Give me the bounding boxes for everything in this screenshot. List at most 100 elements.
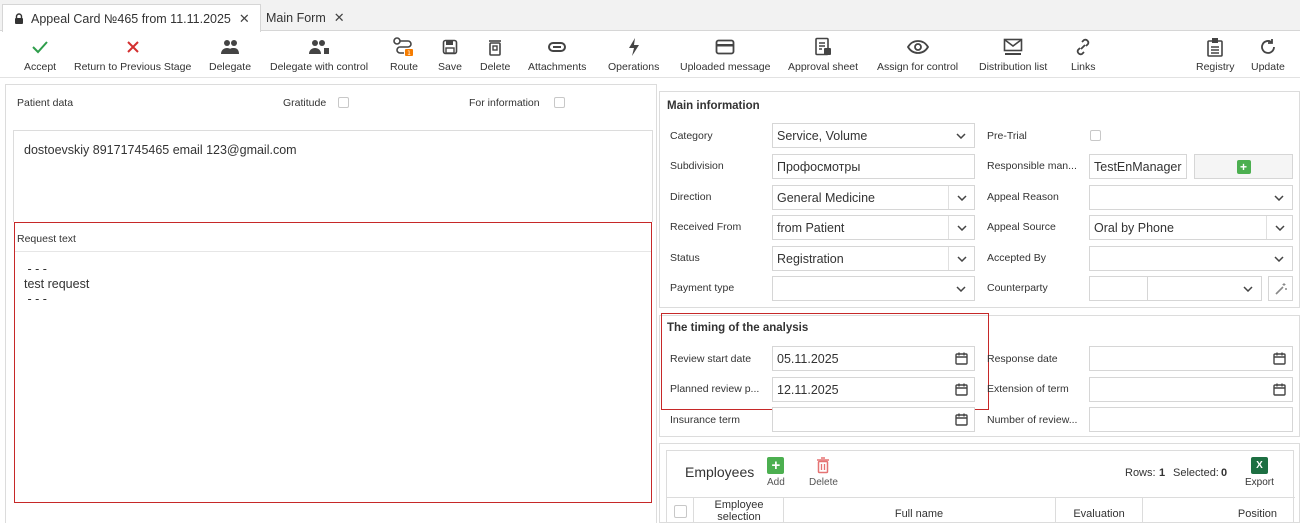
request-text-field[interactable]: - - - test request - - - [15,252,651,317]
tab-appeal-card[interactable]: Appeal Card №465 from 11.11.2025 ✕ [2,4,261,32]
appeal-reason-select[interactable] [1089,185,1293,210]
responsible-manager-value: TestEnManager [1094,159,1182,174]
accepted-by-select[interactable] [1089,246,1293,271]
return-button[interactable]: Return to Previous Stage [74,36,191,73]
route-label: Route [390,61,419,73]
insurance-term-label: Insurance term [670,414,741,426]
payment-type-select[interactable] [772,276,975,301]
export-label: Export [1245,477,1274,488]
delegate-label: Delegate [209,61,252,73]
chevron-down-icon[interactable] [948,124,974,147]
approval-sheet-button[interactable]: Approval sheet [788,36,858,73]
left-panel: Patient data Gratitude For information d… [5,84,657,523]
chevron-down-icon[interactable] [1266,216,1292,239]
update-button[interactable]: Update [1251,36,1285,73]
insurance-term-field[interactable] [772,407,975,432]
col-employee-selection[interactable]: Employee selection [695,499,783,523]
chevron-down-icon[interactable] [948,216,974,239]
chevron-down-icon[interactable] [1235,277,1261,300]
chevron-down-icon[interactable] [948,247,974,270]
chevron-down-icon[interactable] [948,186,974,209]
main-information-title: Main information [667,100,760,112]
save-button[interactable]: Save [438,36,462,73]
direction-select[interactable]: General Medicine [772,185,975,210]
add-label: Add [767,477,785,488]
links-button[interactable]: Links [1071,36,1096,73]
add-responsible-button[interactable]: + [1194,154,1293,179]
received-from-select[interactable]: from Patient [772,215,975,240]
delegate-button[interactable]: Delegate [209,36,251,73]
number-of-reviews-label: Number of review... [987,414,1078,426]
responsible-manager-field[interactable]: TestEnManager [1089,154,1187,179]
accept-button[interactable]: Accept [24,36,56,73]
chevron-down-icon[interactable] [1266,247,1292,270]
tab-main-form[interactable]: Main Form ✕ [256,4,355,31]
subdivision-field[interactable]: Профосмотры [772,154,975,179]
calendar-icon[interactable] [955,352,968,365]
calendar-icon[interactable] [955,413,968,426]
uploaded-message-button[interactable]: Uploaded message [680,36,770,73]
eye-icon [906,40,929,54]
distribution-list-label: Distribution list [979,61,1048,73]
calendar-icon[interactable] [1273,383,1286,396]
status-select[interactable]: Registration [772,246,975,271]
approval-doc-icon [815,37,832,56]
response-date-field[interactable] [1089,346,1293,371]
select-all-checkbox[interactable] [674,505,687,518]
update-label: Update [1251,61,1285,73]
return-label: Return to Previous Stage [74,61,192,73]
operations-button[interactable]: Operations [608,36,659,73]
chevron-down-icon[interactable] [1266,186,1292,209]
patient-data-field[interactable]: dostoevskiy 89171745465 email 123@gmail.… [13,130,653,222]
calendar-icon[interactable] [955,383,968,396]
employees-grid: Employees + Add Delete Rows: 1 Selected:… [666,450,1295,523]
request-text-label: Request text [17,233,76,245]
registry-button[interactable]: Registry [1196,36,1235,73]
for-information-checkbox[interactable] [554,97,565,108]
planned-review-label: Planned review p... [670,383,760,395]
review-start-date-field[interactable]: 05.11.2025 [772,346,975,371]
response-date-label: Response date [987,353,1058,365]
pre-trial-checkbox[interactable] [1090,130,1101,141]
distribution-list-button[interactable]: Distribution list [979,36,1047,73]
planned-review-date-field[interactable]: 12.11.2025 [772,377,975,402]
lock-icon [15,12,23,24]
category-select[interactable]: Service, Volume [772,123,975,148]
patient-data-text: dostoevskiy 89171745465 email 123@gmail.… [24,143,297,157]
counterparty-code-field[interactable] [1089,276,1148,301]
excel-icon: X [1250,457,1268,474]
gratitude-checkbox[interactable] [338,97,349,108]
save-icon [442,39,458,55]
number-of-reviews-field[interactable] [1089,407,1293,432]
chevron-down-icon[interactable] [948,277,974,300]
col-position[interactable]: Position [1143,508,1293,520]
status-value: Registration [777,251,844,266]
attachments-button[interactable]: Attachments [528,36,586,73]
export-button[interactable]: X Export [1245,457,1274,488]
add-employee-button[interactable]: + Add [767,457,785,488]
plus-icon: + [1236,159,1251,174]
col-full-name[interactable]: Full name [784,508,1054,520]
close-icon[interactable]: ✕ [239,11,250,27]
received-from-value: from Patient [777,220,845,235]
col-evaluation[interactable]: Evaluation [1056,508,1142,520]
delegate-control-label: Delegate with control [270,61,369,73]
extension-term-field[interactable] [1089,377,1293,402]
appeal-source-select[interactable]: Oral by Phone [1089,215,1293,240]
counterparty-select[interactable] [1147,276,1262,301]
magic-wand-button[interactable] [1268,276,1293,301]
delete-employee-button[interactable]: Delete [809,457,838,488]
calendar-icon[interactable] [1273,352,1286,365]
assign-control-button[interactable]: Assign for control [877,36,958,73]
trash-icon [817,457,830,474]
delete-button[interactable]: Delete [480,36,510,73]
request-text-section: Request text - - - test request - - - [14,222,652,503]
subdivision-label: Subdivision [670,160,724,172]
users-icon [221,40,240,54]
delegate-control-button[interactable]: Delegate with control [270,36,368,73]
tab-bar: Appeal Card №465 from 11.11.2025 ✕ Main … [0,0,1300,32]
close-icon[interactable]: ✕ [334,10,345,26]
route-button[interactable]: 1 Route [390,36,418,73]
received-from-label: Received From [670,221,742,233]
appeal-source-value: Oral by Phone [1094,220,1174,235]
